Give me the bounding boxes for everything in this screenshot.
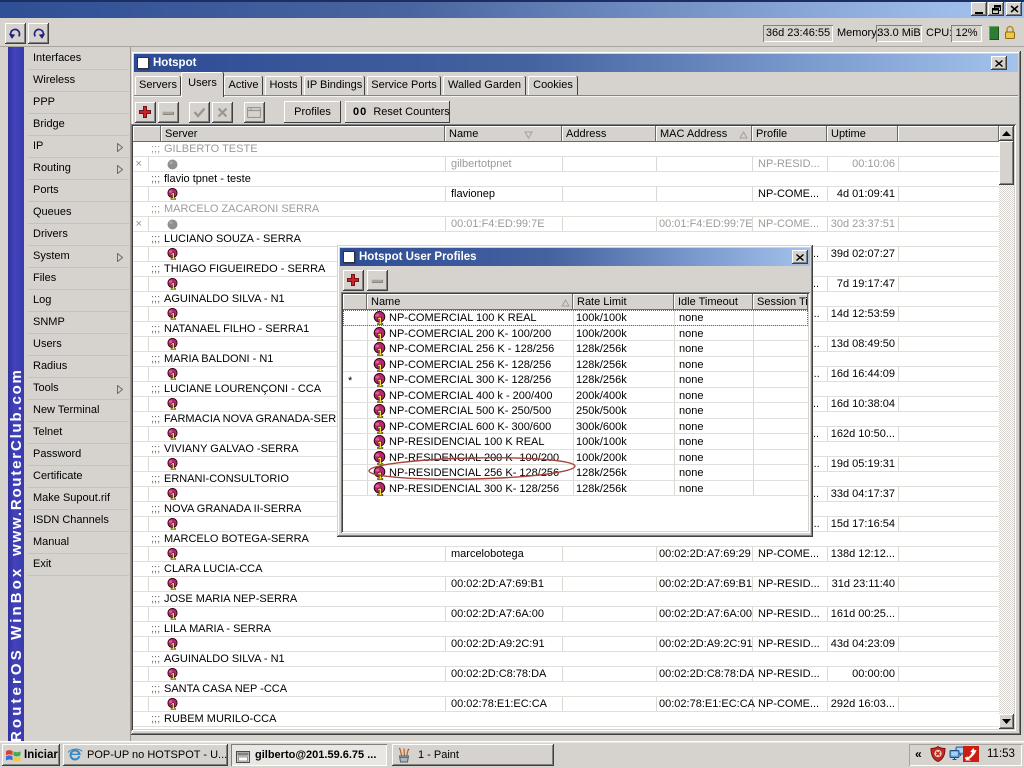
svg-text:1: 1: [377, 316, 383, 326]
svg-text:1: 1: [377, 471, 383, 481]
svg-text:1: 1: [171, 372, 176, 381]
svg-text:1: 1: [171, 192, 176, 201]
svg-text:1: 1: [171, 282, 176, 291]
svg-text:1: 1: [377, 362, 383, 372]
svg-text:1: 1: [171, 492, 176, 501]
svg-text:1: 1: [377, 331, 383, 341]
svg-text:1: 1: [171, 702, 176, 711]
svg-text:1: 1: [171, 672, 176, 681]
svg-text:1: 1: [171, 312, 176, 321]
svg-text:1: 1: [377, 347, 383, 357]
svg-text:1: 1: [377, 409, 383, 419]
svg-text:1: 1: [377, 486, 383, 496]
svg-text:1: 1: [377, 378, 383, 388]
svg-text:1: 1: [377, 455, 383, 465]
svg-text:1: 1: [171, 462, 176, 471]
svg-text:1: 1: [171, 582, 176, 591]
svg-text:1: 1: [171, 612, 176, 621]
svg-text:1: 1: [377, 393, 383, 403]
svg-text:1: 1: [171, 642, 176, 651]
svg-text:1: 1: [171, 402, 176, 411]
svg-text:1: 1: [171, 522, 176, 531]
svg-text:1: 1: [171, 432, 176, 441]
svg-text:1: 1: [377, 440, 383, 450]
svg-text:1: 1: [171, 342, 176, 351]
svg-text:1: 1: [171, 552, 176, 561]
svg-text:1: 1: [377, 424, 383, 434]
svg-text:1: 1: [171, 252, 176, 261]
